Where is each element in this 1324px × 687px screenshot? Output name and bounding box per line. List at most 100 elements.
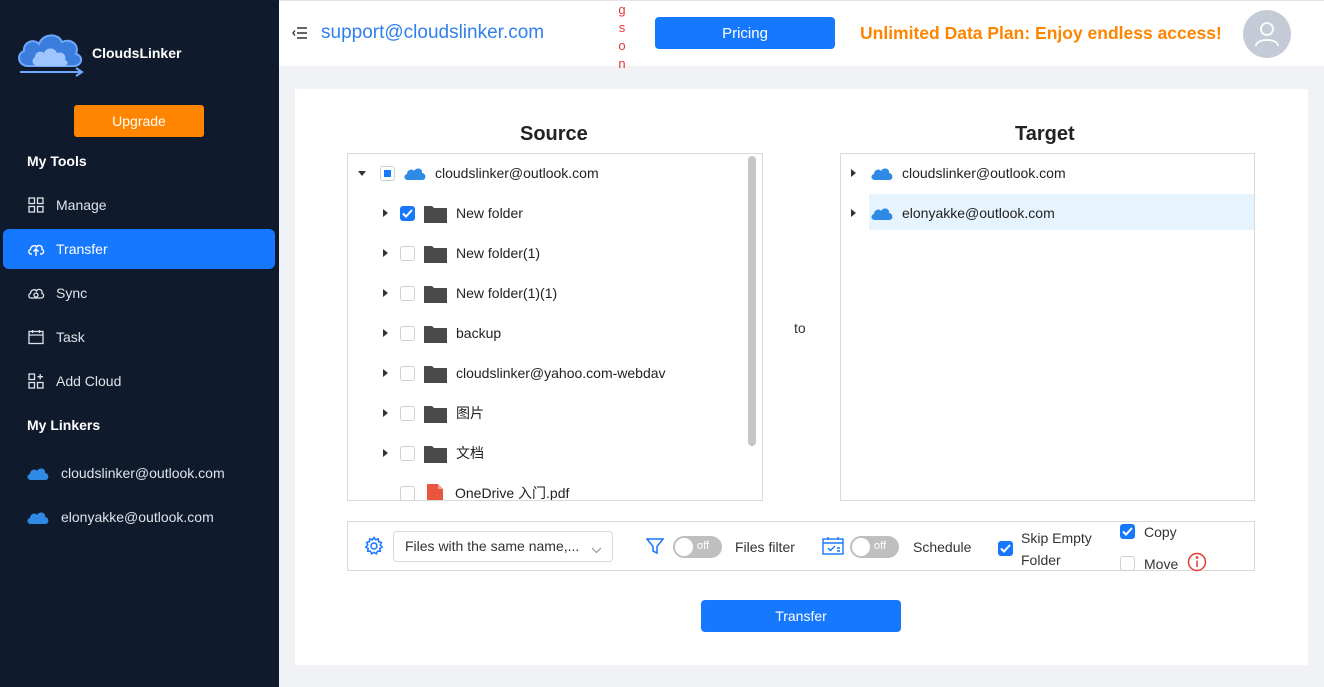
files-filter-toggle[interactable]: off [673, 536, 722, 558]
caret-right-icon[interactable] [383, 329, 388, 337]
sidebar-item-manage[interactable]: Manage [3, 185, 275, 225]
skip-empty-label-line1: Skip Empty [1021, 530, 1092, 546]
item-checkbox[interactable] [400, 205, 415, 221]
support-email-link[interactable]: support@cloudslinker.com [321, 22, 544, 44]
item-checkbox[interactable] [400, 325, 415, 341]
source-tree-panel: cloudslinker@outlook.com New folder New … [347, 153, 763, 501]
calendar-icon [27, 328, 45, 346]
brand-logo[interactable]: CloudsLinker [14, 26, 181, 80]
move-label: Move [1144, 556, 1179, 572]
sidebar-item-label: Task [56, 329, 85, 345]
tree-item[interactable]: OneDrive 入门.pdf [348, 476, 569, 500]
linker-label: cloudslinker@outlook.com [61, 465, 225, 481]
pdf-file-icon [427, 483, 443, 500]
caret-right-icon[interactable] [851, 209, 856, 217]
tree-item-label: backup [456, 325, 502, 341]
linker-label: elonyakke@outlook.com [61, 509, 214, 525]
tree-item-label: 图片 [456, 405, 484, 421]
sidebar-item-label: Add Cloud [56, 373, 122, 389]
tree-root-label: cloudslinker@outlook.com [435, 165, 599, 181]
folder-icon [424, 244, 447, 263]
sidebar: CloudsLinker Upgrade My Tools Manage Tra… [0, 0, 279, 687]
copy-label: Copy [1144, 524, 1177, 540]
item-checkbox[interactable] [400, 365, 415, 381]
cloud-logo-icon [18, 34, 84, 77]
chevron-down-icon [591, 541, 602, 557]
root-checkbox[interactable] [380, 165, 395, 181]
schedule-label: Schedule [913, 539, 972, 555]
pricing-button[interactable]: Pricing [655, 17, 835, 49]
brand-name: CloudsLinker [92, 45, 182, 61]
tree-scrollbar[interactable] [748, 156, 756, 446]
folder-icon [424, 364, 447, 383]
sidebar-item-add-cloud[interactable]: Add Cloud [3, 361, 275, 401]
top-header: support@cloudslinker.com g s o n Pricing… [279, 0, 1324, 71]
tree-item-label: New folder(1) [456, 245, 541, 261]
schedule-toggle[interactable]: off [850, 536, 899, 558]
cloud-sync-icon [27, 284, 45, 302]
folder-icon [424, 404, 447, 423]
add-grid-icon [27, 372, 45, 390]
caret-right-icon[interactable] [383, 409, 388, 417]
sidebar-item-sync[interactable]: Sync [3, 273, 275, 313]
sidebar-item-label: Manage [56, 197, 107, 213]
caret-right-icon[interactable] [383, 209, 388, 217]
sidebar-item-transfer[interactable]: Transfer [3, 229, 275, 269]
item-checkbox[interactable] [400, 245, 415, 261]
to-label: to [794, 320, 806, 336]
my-linkers-title: My Linkers [27, 417, 101, 433]
onedrive-icon [870, 205, 894, 221]
upgrade-button[interactable]: Upgrade [74, 105, 204, 137]
menu-fold-icon[interactable] [292, 26, 308, 45]
folder-icon [424, 284, 447, 303]
promo-banner[interactable]: Unlimited Data Plan: Enjoy endless acces… [860, 23, 1222, 44]
onedrive-icon [26, 465, 50, 481]
transfer-button[interactable]: Transfer [701, 600, 901, 632]
skip-empty-label-line2: Folder [1021, 552, 1061, 568]
item-checkbox[interactable] [400, 405, 415, 421]
info-icon[interactable] [1187, 552, 1207, 577]
same-name-select[interactable]: Files with the same name,... [393, 531, 613, 562]
my-tools-title: My Tools [27, 153, 87, 169]
caret-right-icon[interactable] [383, 249, 388, 257]
skip-empty-checkbox[interactable] [998, 541, 1013, 556]
target-item[interactable]: cloudslinker@outlook.com [841, 156, 1066, 190]
move-checkbox[interactable] [1120, 556, 1135, 571]
item-checkbox[interactable] [400, 285, 415, 301]
caret-right-icon[interactable] [383, 289, 388, 297]
tree-item[interactable]: New folder [348, 196, 523, 230]
tree-item-label: cloudslinker@yahoo.com-webdav [456, 365, 666, 381]
avatar[interactable] [1243, 10, 1291, 58]
linker-item[interactable]: cloudslinker@outlook.com [26, 462, 225, 484]
tree-item[interactable]: cloudslinker@yahoo.com-webdav [348, 356, 666, 390]
caret-right-icon[interactable] [383, 369, 388, 377]
onedrive-icon [870, 165, 894, 181]
cloud-upload-icon [27, 240, 45, 258]
target-item-selected[interactable]: elonyakke@outlook.com [841, 196, 1055, 230]
user-icon [1255, 22, 1279, 47]
item-checkbox[interactable] [400, 445, 415, 461]
caret-down-icon[interactable] [358, 170, 366, 176]
onedrive-icon [403, 165, 427, 181]
target-item-label: elonyakke@outlook.com [902, 205, 1055, 221]
linker-item[interactable]: elonyakke@outlook.com [26, 506, 214, 528]
copy-checkbox[interactable] [1120, 524, 1135, 539]
tree-item[interactable]: New folder(1)(1) [348, 276, 557, 310]
target-title: Target [1015, 123, 1075, 145]
target-item-label: cloudslinker@outlook.com [902, 165, 1066, 181]
item-checkbox[interactable] [400, 485, 415, 500]
tree-item[interactable]: 图片 [348, 396, 484, 430]
gear-icon[interactable] [364, 536, 384, 561]
tree-root-row[interactable]: cloudslinker@outlook.com [348, 156, 599, 190]
vertical-text: g s o n [618, 2, 626, 71]
sidebar-item-task[interactable]: Task [3, 317, 275, 357]
caret-right-icon[interactable] [383, 449, 388, 457]
caret-right-icon[interactable] [851, 169, 856, 177]
tree-item[interactable]: backup [348, 316, 501, 350]
schedule-icon [822, 536, 844, 561]
grid-icon [27, 196, 45, 214]
target-tree-panel: cloudslinker@outlook.com elonyakke@outlo… [840, 153, 1255, 501]
tree-item[interactable]: 文档 [348, 436, 484, 470]
tree-item[interactable]: New folder(1) [348, 236, 540, 270]
filter-icon [645, 537, 665, 560]
